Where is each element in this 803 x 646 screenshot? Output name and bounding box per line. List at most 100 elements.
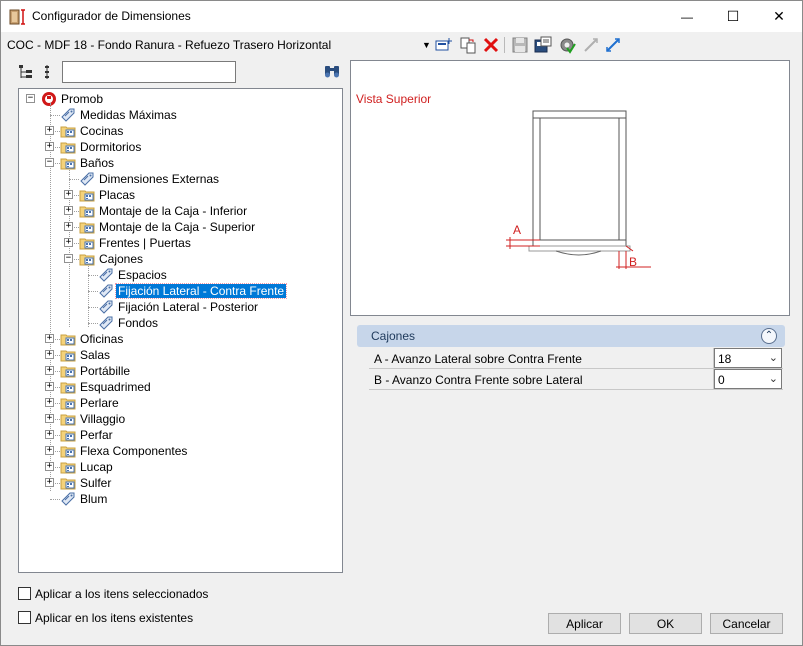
tree-node[interactable]: − Cajones (19, 251, 339, 267)
tree-node-label: Perfar (80, 428, 113, 442)
tree-node-label: Espacios (118, 268, 167, 282)
configuration-tree[interactable]: − Promob Medidas Máximas + Cocinas + Dormitori… (18, 88, 343, 573)
tree-node[interactable]: + Sulfer (19, 475, 339, 491)
dimension-a-label: A (513, 223, 522, 237)
export-icon[interactable] (534, 36, 552, 54)
folder-icon (60, 123, 76, 139)
tree-node[interactable]: Fondos (19, 315, 339, 331)
tree-node-label: Montaje de la Caja - Superior (99, 220, 256, 234)
tree-node-label: Salas (80, 348, 111, 362)
expand-icon[interactable]: + (64, 238, 73, 247)
category-label: Cajones (371, 329, 416, 343)
tree-node[interactable]: + Flexa Componentes (19, 443, 339, 459)
settings-icon[interactable] (558, 36, 576, 54)
close-icon: ✕ (773, 8, 785, 24)
folder-icon (60, 411, 76, 427)
folder-icon (60, 443, 76, 459)
tree-node-label: Medidas Máximas (80, 108, 177, 122)
expand-icon[interactable]: + (45, 382, 54, 391)
toolbar-separator (504, 37, 505, 53)
minimize-button[interactable]: — (664, 1, 710, 32)
tree-node[interactable]: Medidas Máximas (19, 107, 339, 123)
title-bar: Configurador de Dimensiones — ☐ ✕ (1, 1, 802, 32)
expand-icon[interactable]: + (64, 222, 73, 231)
tree-node[interactable]: Fijación Lateral - Posterior (19, 299, 339, 315)
expand-icon[interactable]: + (45, 350, 54, 359)
list-view-icon[interactable] (41, 64, 57, 80)
tree-node[interactable]: Blum (19, 491, 339, 507)
collapse-icon[interactable]: − (26, 94, 35, 103)
tree-node[interactable]: + Villaggio (19, 411, 339, 427)
binoculars-icon[interactable] (323, 63, 341, 79)
configuration-dropdown[interactable]: ▼ (422, 40, 431, 50)
search-input[interactable] (62, 61, 236, 83)
apply-existing-option[interactable]: Aplicar en los itens existentes (18, 610, 218, 626)
tree-node[interactable]: − Baños (19, 155, 339, 171)
category-header-cajones[interactable]: Cajones ⌃ (357, 325, 785, 347)
tree-node[interactable]: + Lucap (19, 459, 339, 475)
folder-icon (60, 155, 76, 171)
tree-view-icon[interactable] (18, 64, 34, 80)
tree-node-root[interactable]: − Promob (19, 91, 319, 107)
collapse-icon[interactable]: − (45, 158, 54, 167)
tree-node[interactable]: + Montaje de la Caja - Inferior (19, 203, 339, 219)
expand-icon[interactable]: + (45, 366, 54, 375)
chevron-down-icon[interactable]: ⌄ (769, 351, 778, 364)
expand-icon[interactable]: + (45, 462, 54, 471)
expand-icon[interactable]: + (45, 126, 54, 135)
tree-node[interactable]: + Frentes | Puertas (19, 235, 339, 251)
folder-icon (60, 331, 76, 347)
tree-node-label: Flexa Componentes (80, 444, 188, 458)
copy-icon[interactable] (459, 36, 477, 54)
property-row: B - Avanzo Contra Frente sobre Lateral 0… (369, 369, 783, 390)
expand-icon[interactable]: + (64, 206, 73, 215)
tree-node[interactable]: Espacios (19, 267, 339, 283)
folder-icon (60, 459, 76, 475)
tag-icon (98, 267, 114, 283)
apply-selected-checkbox[interactable] (18, 587, 31, 600)
ok-button[interactable]: OK (629, 613, 702, 634)
close-button[interactable]: ✕ (756, 1, 802, 32)
tree-node[interactable]: + Montaje de la Caja - Superior (19, 219, 339, 235)
tree-node[interactable]: + Cocinas (19, 123, 339, 139)
tree-node[interactable]: + Perfar (19, 427, 339, 443)
expand-icon[interactable] (604, 36, 622, 54)
apply-selected-label: Aplicar a los itens seleccionados (35, 587, 209, 601)
tree-node-label: Perlare (80, 396, 119, 410)
delete-icon[interactable] (482, 36, 500, 54)
folder-icon (79, 251, 95, 267)
tree-node[interactable]: + Oficinas (19, 331, 339, 347)
add-icon[interactable] (434, 36, 452, 54)
expand-icon[interactable]: + (45, 414, 54, 423)
property-value-select[interactable]: 18 ⌄ (714, 348, 782, 368)
tree-node[interactable]: + Dormitorios (19, 139, 339, 155)
maximize-button[interactable]: ☐ (710, 1, 756, 32)
property-value-select[interactable]: 0 ⌄ (714, 369, 782, 389)
tree-connector (50, 499, 60, 500)
expand-icon[interactable]: + (45, 478, 54, 487)
apply-selected-option[interactable]: Aplicar a los itens seleccionados (18, 586, 218, 602)
expand-icon[interactable]: + (45, 334, 54, 343)
collapse-category-icon[interactable]: ⌃ (761, 328, 777, 344)
tree-node[interactable]: Fijación Lateral - Contra Frente (19, 283, 339, 299)
tree-node[interactable]: + Perlare (19, 395, 339, 411)
expand-icon[interactable]: + (45, 430, 54, 439)
tree-node[interactable]: + Placas (19, 187, 339, 203)
expand-icon[interactable]: + (45, 446, 54, 455)
expand-icon[interactable]: + (45, 142, 54, 151)
apply-button[interactable]: Aplicar (548, 613, 621, 634)
tree-node[interactable]: + Salas (19, 347, 339, 363)
chevron-down-icon[interactable]: ⌄ (769, 372, 778, 385)
collapse-icon[interactable]: − (64, 254, 73, 263)
expand-icon[interactable]: + (45, 398, 54, 407)
apply-existing-checkbox[interactable] (18, 611, 31, 624)
folder-icon (79, 219, 95, 235)
tree-node[interactable]: Dimensiones Externas (19, 171, 339, 187)
app-icon (9, 9, 25, 25)
save-icon[interactable] (511, 36, 529, 54)
collapse-icon[interactable] (582, 36, 600, 54)
expand-icon[interactable]: + (64, 190, 73, 199)
tree-node[interactable]: + Portábille (19, 363, 339, 379)
tree-node[interactable]: + Esquadrimed (19, 379, 339, 395)
cancel-button[interactable]: Cancelar (710, 613, 783, 634)
